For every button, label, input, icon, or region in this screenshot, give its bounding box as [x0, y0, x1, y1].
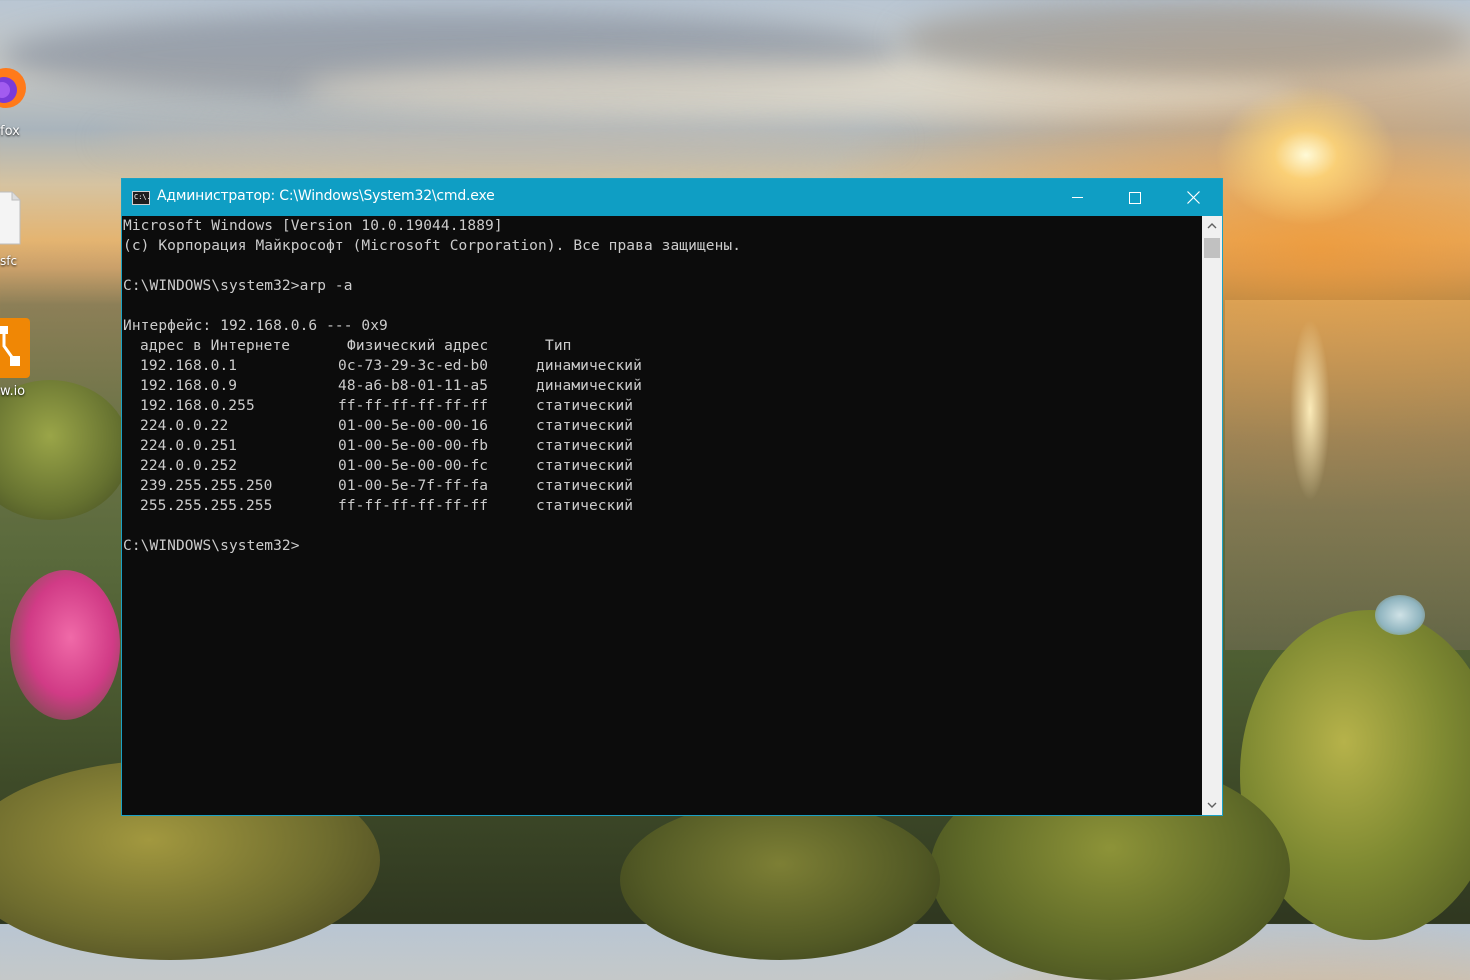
arp-row-mac: 01-00-5e-00-00-16: [338, 418, 489, 434]
wallpaper-lotus-bud: [1375, 595, 1425, 635]
arp-row-ip: 192.168.0.1: [140, 358, 238, 374]
arp-row-type: статический: [536, 438, 634, 454]
column-header-type: Тип: [545, 338, 572, 354]
console-line: Microsoft Windows [Version 10.0.19044.18…: [123, 218, 503, 234]
arp-row-ip: 255.255.255.255: [140, 498, 273, 514]
window-title: Администратор: C:\Windows\System32\cmd.e…: [157, 188, 495, 204]
arp-row-type: статический: [536, 418, 634, 434]
vertical-scrollbar[interactable]: [1202, 216, 1222, 815]
desktop-icon-label: sfc: [0, 254, 18, 268]
arp-row-mac: 01-00-5e-00-00-fb: [338, 438, 489, 454]
desktop-icon-sfc[interactable]: sfc: [0, 190, 30, 270]
column-header-mac: Физический адрес: [347, 338, 489, 354]
arp-row-mac: 48-a6-b8-01-11-a5: [338, 378, 489, 394]
scroll-up-button[interactable]: [1202, 216, 1222, 236]
firefox-icon: [0, 68, 26, 108]
desktop-icon-label: fox: [0, 124, 20, 139]
arp-row-mac: ff-ff-ff-ff-ff-ff: [338, 398, 489, 414]
console-command-line: C:\WINDOWS\system32>arp -a: [123, 276, 353, 296]
arp-row-ip: 192.168.0.255: [140, 398, 255, 414]
arp-row-type: статический: [536, 398, 634, 414]
console-final-prompt[interactable]: C:\WINDOWS\system32>: [123, 536, 300, 556]
minimize-button[interactable]: [1048, 179, 1106, 216]
arp-row-type: статический: [536, 458, 634, 474]
console-command: arp -a: [299, 278, 353, 294]
arp-row-type: статический: [536, 478, 634, 494]
arp-row-ip: 224.0.0.22: [140, 418, 229, 434]
maximize-icon: [1129, 192, 1141, 204]
arp-row-mac: ff-ff-ff-ff-ff-ff: [338, 498, 489, 514]
wallpaper-sun-reflection: [1290, 320, 1330, 500]
wallpaper-cloud: [100, 120, 900, 160]
cmd-window[interactable]: C:\. Администратор: C:\Windows\System32\…: [121, 178, 1223, 816]
title-bar[interactable]: C:\. Администратор: C:\Windows\System32\…: [122, 179, 1222, 216]
desktop-icon-drawio[interactable]: w.io: [0, 318, 30, 403]
console-line: (c) Корпорация Майкрософт (Microsoft Cor…: [123, 238, 742, 254]
close-icon: [1187, 191, 1200, 204]
cmd-app-icon-text: C:\.: [134, 193, 151, 201]
desktop-icon-label: w.io: [0, 384, 26, 399]
console-output[interactable]: Microsoft Windows [Version 10.0.19044.18…: [122, 216, 1202, 815]
wallpaper-cloud: [900, 0, 1470, 80]
arp-row-ip: 224.0.0.252: [140, 458, 238, 474]
desktop-icon-firefox[interactable]: fox: [0, 60, 30, 140]
wallpaper-water: [1225, 300, 1470, 650]
arp-row-mac: 0c-73-29-3c-ed-b0: [338, 358, 489, 374]
cmd-app-icon: C:\.: [132, 191, 151, 205]
console-interface-line: Интерфейс: 192.168.0.6 --- 0x9: [123, 318, 388, 334]
wallpaper-lotus-flower: [10, 570, 120, 720]
maximize-button[interactable]: [1106, 179, 1164, 216]
file-icon: [0, 191, 21, 245]
scroll-thumb[interactable]: [1204, 238, 1220, 258]
wallpaper-leaf: [620, 800, 940, 960]
scroll-down-button[interactable]: [1202, 795, 1222, 815]
arp-row-ip: 192.168.0.9: [140, 378, 238, 394]
arp-row-type: динамический: [536, 378, 642, 394]
chevron-up-icon: [1207, 223, 1217, 229]
arp-row-mac: 01-00-5e-7f-ff-fa: [338, 478, 489, 494]
arp-row-mac: 01-00-5e-00-00-fc: [338, 458, 489, 474]
arp-row-ip: 239.255.255.250: [140, 478, 273, 494]
console-prompt: C:\WINDOWS\system32>: [123, 278, 300, 294]
arp-row-ip: 224.0.0.251: [140, 438, 238, 454]
chevron-down-icon: [1207, 802, 1217, 808]
arp-row-type: динамический: [536, 358, 642, 374]
column-header-ip: адрес в Интернете: [140, 338, 291, 354]
drawio-icon: [0, 318, 30, 378]
close-button[interactable]: [1164, 179, 1222, 216]
arp-row-type: статический: [536, 498, 634, 514]
minimize-icon: [1072, 197, 1083, 198]
